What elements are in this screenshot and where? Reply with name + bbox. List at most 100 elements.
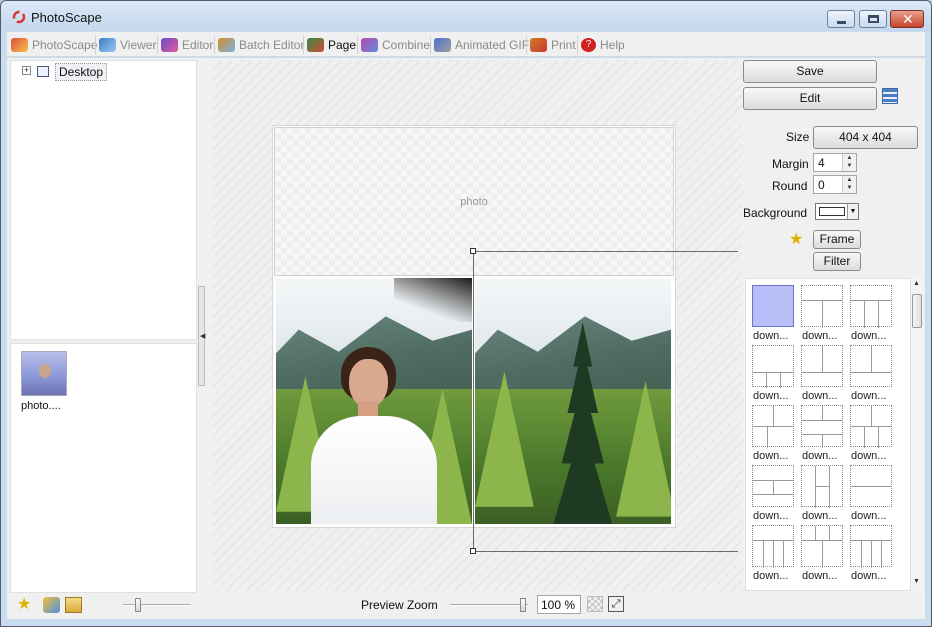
photo-placeholder-text: photo	[460, 196, 488, 208]
favorites-star-icon[interactable]: ★	[17, 594, 34, 613]
spinner-arrows-icon[interactable]: ▲ ▼	[842, 154, 856, 171]
main-tab-bar: PhotoScape Viewer Editor Batch Editor Pa…	[7, 32, 925, 57]
layout-scrollbar[interactable]: ▲ ▼	[911, 278, 923, 591]
thumbnail-size-slider[interactable]	[123, 598, 191, 612]
zoom-value-field[interactable]: 100 %	[537, 595, 581, 614]
viewer-icon	[99, 38, 116, 52]
pane-splitter[interactable]: ◀	[198, 286, 205, 386]
open-folder-icon[interactable]	[65, 597, 82, 613]
layout-template[interactable]: down...	[801, 405, 843, 462]
tab-divider	[430, 36, 431, 54]
slider-knob[interactable]	[135, 598, 141, 612]
photoscape-logo-icon	[12, 10, 26, 24]
tab-divider	[526, 36, 527, 54]
photo-slot-woman[interactable]	[276, 278, 472, 524]
transparency-checker-icon[interactable]	[587, 596, 603, 612]
expand-icon[interactable]: +	[22, 66, 31, 75]
batch-editor-icon	[218, 38, 235, 52]
spinner-arrows-icon[interactable]: ▲ ▼	[842, 176, 856, 193]
scroll-up-icon[interactable]: ▲	[913, 280, 920, 287]
layout-template[interactable]: down...	[850, 345, 892, 402]
tab-combine[interactable]: Combine	[361, 35, 430, 55]
tab-label: Print	[551, 38, 576, 52]
photo-slot-landscape[interactable]	[475, 278, 671, 524]
layout-label: down...	[851, 330, 887, 342]
page-workspace: + Desktop photo.... ◀ ★ photo Save Edit …	[7, 58, 925, 619]
tab-divider	[357, 36, 358, 54]
tab-page[interactable]: Page	[307, 35, 356, 55]
page-canvas[interactable]: photo	[212, 60, 742, 591]
maximize-button[interactable]	[859, 10, 887, 28]
tab-print[interactable]: Print	[530, 35, 576, 55]
tab-divider	[95, 36, 96, 54]
photo-thumbnail[interactable]	[21, 351, 67, 396]
star-icon[interactable]: ★	[789, 229, 803, 249]
preview-zoom-slider[interactable]	[450, 598, 528, 612]
thumbnail-label: photo....	[21, 400, 61, 412]
folder-tree[interactable]: + Desktop	[10, 60, 197, 340]
layout-label: down...	[851, 510, 887, 522]
background-color-picker[interactable]: ▼	[815, 203, 859, 220]
layout-label: down...	[851, 450, 887, 462]
layout-template-list[interactable]: down... down... down... down... down... …	[745, 278, 911, 591]
layout-label: down...	[851, 390, 887, 402]
color-swatch	[819, 207, 845, 216]
close-button[interactable]: ✕	[890, 10, 924, 28]
save-button[interactable]: Save	[743, 60, 877, 83]
tab-animated-gif[interactable]: Animated GIF	[434, 35, 529, 55]
tab-label: PhotoScape	[32, 38, 98, 52]
tab-photoscape[interactable]: PhotoScape	[11, 35, 97, 55]
frame-button[interactable]: Frame	[813, 230, 861, 249]
scroll-down-icon[interactable]: ▼	[913, 578, 920, 585]
tab-label: Editor	[182, 38, 214, 52]
round-spinner[interactable]: 0 ▲ ▼	[813, 175, 857, 194]
layout-grid: down... down... down... down... down... …	[752, 285, 902, 582]
fit-to-window-icon[interactable]: ⤢	[608, 596, 624, 612]
tab-divider	[303, 36, 304, 54]
tab-batch-editor[interactable]: Batch Editor	[218, 35, 304, 55]
window-title: PhotoScape	[31, 10, 102, 25]
layout-template[interactable]: down...	[850, 405, 892, 462]
layout-template[interactable]: down...	[801, 285, 843, 342]
margin-spinner[interactable]: 4 ▲ ▼	[813, 153, 857, 172]
layout-label: down...	[802, 510, 838, 522]
layout-label: down...	[802, 450, 838, 462]
refresh-folder-icon[interactable]	[43, 597, 60, 613]
title-bar: PhotoScape ✕	[1, 1, 931, 31]
page-options-panel: Save Edit Size 404 x 404 Margin 4 ▲ ▼ Rou…	[742, 58, 925, 619]
resize-handle[interactable]	[470, 248, 476, 254]
tree-item-desktop[interactable]: Desktop	[55, 63, 108, 81]
size-button[interactable]: 404 x 404	[813, 126, 918, 149]
edit-button[interactable]: Edit	[743, 87, 877, 110]
page-preview[interactable]: photo	[272, 125, 676, 528]
editor-icon	[161, 38, 178, 52]
filter-button[interactable]: Filter	[813, 252, 861, 271]
layout-template[interactable]: down...	[801, 465, 843, 522]
chevron-down-icon[interactable]: ▼	[847, 204, 858, 219]
layout-template[interactable]: down...	[752, 465, 794, 522]
tab-editor[interactable]: Editor	[161, 35, 213, 55]
preview-zoom-label: Preview Zoom	[361, 598, 438, 612]
layout-template[interactable]: down...	[752, 525, 794, 582]
slider-knob[interactable]	[520, 598, 526, 612]
layout-template[interactable]: down...	[801, 345, 843, 402]
layout-template[interactable]: down...	[752, 285, 794, 342]
minimize-button[interactable]	[827, 10, 855, 28]
layout-template[interactable]: down...	[850, 525, 892, 582]
photoscape-icon	[11, 38, 28, 52]
preview-zoom-bar: Preview Zoom 100 % ⤢	[212, 593, 742, 617]
tab-divider	[214, 36, 215, 54]
list-view-icon[interactable]	[882, 88, 898, 104]
layout-template[interactable]: down...	[752, 345, 794, 402]
scrollbar-thumb[interactable]	[912, 294, 922, 328]
tab-viewer[interactable]: Viewer	[99, 35, 156, 55]
thumbnail-list[interactable]: photo....	[10, 343, 197, 593]
layout-template[interactable]: down...	[850, 285, 892, 342]
tab-help[interactable]: ? Help	[581, 35, 625, 55]
resize-handle[interactable]	[470, 548, 476, 554]
layout-template[interactable]: down...	[850, 465, 892, 522]
desktop-shortcut-icon	[37, 66, 49, 77]
layout-template[interactable]: down...	[801, 525, 843, 582]
layout-template[interactable]: down...	[752, 405, 794, 462]
layout-label: down...	[753, 510, 789, 522]
